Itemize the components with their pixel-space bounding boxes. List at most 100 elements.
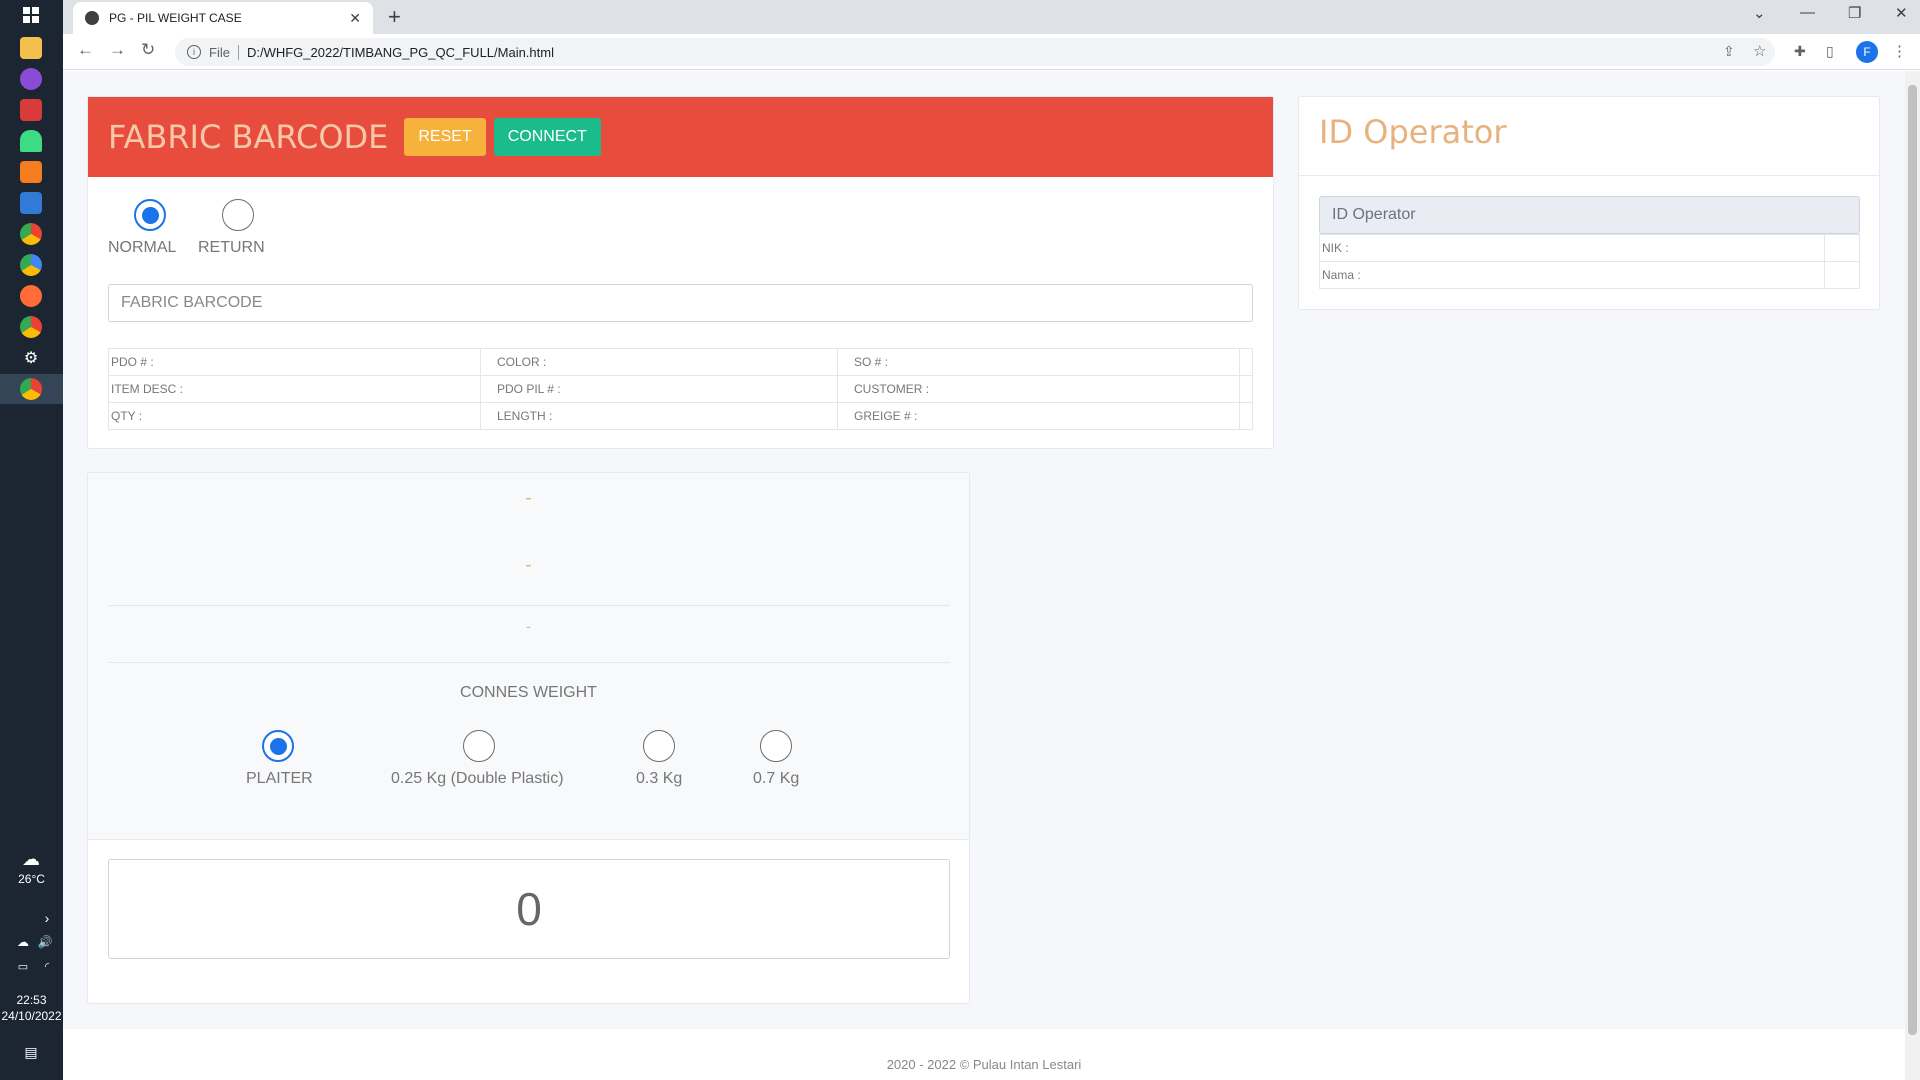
- chrome-canary-icon[interactable]: [20, 254, 42, 276]
- radio-07kg-label[interactable]: 0.7 Kg: [753, 770, 799, 788]
- display-line-1: -: [525, 487, 532, 509]
- address-bar[interactable]: i File D:/WHFG_2022/TIMBANG_PG_QC_FULL/M…: [175, 38, 1775, 66]
- podcast-app-icon[interactable]: [20, 68, 42, 90]
- table-row: PDO # : COLOR : SO # :: [108, 348, 1253, 376]
- id-operator-card: ID Operator ID Operator NIK : Nama :: [1298, 96, 1880, 310]
- divider: [1299, 175, 1879, 176]
- minimize-icon[interactable]: —: [1800, 4, 1815, 21]
- radio-plaiter[interactable]: [262, 730, 294, 762]
- chrome-profile-icon[interactable]: [20, 316, 42, 338]
- table-row: ITEM DESC : PDO PIL # : CUSTOMER :: [108, 375, 1253, 403]
- radio-025kg-label[interactable]: 0.25 Kg (Double Plastic): [391, 770, 564, 788]
- radio-025kg[interactable]: [463, 730, 495, 762]
- fabric-barcode-header: FABRIC BARCODE RESET CONNECT: [88, 97, 1273, 177]
- table-row: NIK :: [1319, 234, 1860, 262]
- scrollbar-thumb[interactable]: [1908, 85, 1917, 1035]
- back-arrow-icon[interactable]: ←: [77, 40, 94, 60]
- color-field: COLOR :: [480, 348, 838, 376]
- orange-app-icon[interactable]: [20, 161, 42, 183]
- pdo-field: PDO # :: [108, 348, 481, 376]
- page-viewport: FABRIC BARCODE RESET CONNECT NORMAL RETU…: [63, 71, 1905, 1080]
- radio-03kg-label[interactable]: 0.3 Kg: [636, 770, 682, 788]
- wifi-icon[interactable]: ◜: [36, 955, 58, 977]
- table-cell-empty: [1824, 261, 1860, 289]
- forward-arrow-icon[interactable]: →: [109, 40, 126, 60]
- browser-tab[interactable]: PG - PIL WEIGHT CASE ✕: [73, 2, 373, 34]
- radio-03kg[interactable]: [643, 730, 675, 762]
- radio-07kg[interactable]: [760, 730, 792, 762]
- weight-value-display: 0: [108, 859, 950, 959]
- fabric-barcode-title: FABRIC BARCODE: [108, 118, 389, 156]
- weather-cloud-icon[interactable]: ☁: [20, 848, 42, 870]
- connect-button[interactable]: CONNECT: [493, 118, 601, 156]
- table-row: Nama :: [1319, 261, 1860, 289]
- tab-title: PG - PIL WEIGHT CASE: [109, 11, 242, 25]
- radio-normal-label[interactable]: NORMAL: [108, 239, 176, 257]
- customer-field: CUSTOMER :: [837, 375, 1240, 403]
- shield-app-icon[interactable]: [20, 99, 42, 121]
- url-path: D:/WHFG_2022/TIMBANG_PG_QC_FULL/Main.htm…: [246, 44, 554, 60]
- divider: [108, 662, 950, 663]
- id-operator-input[interactable]: ID Operator: [1319, 196, 1860, 234]
- close-tab-icon[interactable]: ✕: [349, 10, 361, 27]
- radio-return-label[interactable]: RETURN: [198, 239, 265, 257]
- id-operator-title: ID Operator: [1319, 113, 1507, 151]
- bookmark-star-icon[interactable]: ☆: [1753, 42, 1766, 60]
- menu-kebab-icon[interactable]: ⋮: [1892, 42, 1907, 60]
- item-desc-field: ITEM DESC :: [108, 375, 481, 403]
- restore-icon[interactable]: ❐: [1848, 4, 1861, 22]
- browser-toolbar: ← → ↻ i File D:/WHFG_2022/TIMBANG_PG_QC_…: [63, 34, 1920, 70]
- fabric-barcode-input[interactable]: FABRIC BARCODE: [108, 284, 1253, 322]
- settings-gear-icon[interactable]: ⚙: [20, 347, 42, 369]
- table-cell-empty: [1239, 402, 1253, 430]
- clock-time[interactable]: 22:53: [0, 993, 63, 1007]
- reset-button[interactable]: RESET: [404, 118, 486, 156]
- extensions-puzzle-icon[interactable]: ✚: [1794, 43, 1806, 60]
- notification-icon[interactable]: ▤: [20, 1041, 42, 1063]
- remote-desktop-icon[interactable]: [20, 192, 42, 214]
- volume-icon[interactable]: 🔊: [34, 931, 56, 953]
- globe-icon: [85, 11, 99, 25]
- side-panel-icon[interactable]: ▯: [1826, 43, 1834, 60]
- footer: [63, 1029, 1905, 1080]
- radio-normal[interactable]: [134, 199, 166, 231]
- qty-field: QTY :: [108, 402, 481, 430]
- file-explorer-icon[interactable]: [20, 37, 42, 59]
- radio-plaiter-label[interactable]: PLAITER: [246, 770, 313, 788]
- weight-card: - - - CONNES WEIGHT PLAITER 0.25 Kg (Dou…: [87, 472, 970, 1004]
- operator-info-table: NIK : Nama :: [1319, 234, 1860, 289]
- share-icon[interactable]: ⇪: [1723, 43, 1735, 60]
- onedrive-cloud-icon[interactable]: ☁: [12, 931, 34, 953]
- url-scheme: File: [209, 44, 239, 60]
- table-cell-empty: [1239, 375, 1253, 403]
- nik-field: NIK :: [1319, 234, 1825, 262]
- windows-start-icon[interactable]: [20, 4, 42, 26]
- chrome-active-icon[interactable]: [20, 378, 42, 400]
- reload-icon[interactable]: ↻: [141, 40, 155, 60]
- android-icon[interactable]: [20, 130, 42, 152]
- battery-icon[interactable]: ▭: [12, 955, 34, 977]
- display-line-2: -: [525, 554, 532, 576]
- table-cell-empty: [1239, 348, 1253, 376]
- windows-taskbar: ⚙ ☁ 26°C › ☁ 🔊 ▭ ◜ 22:53 24/10/2022 ▤: [0, 0, 63, 1080]
- browser-tab-strip: PG - PIL WEIGHT CASE ✕ + ⌄ — ❐ ✕: [63, 0, 1920, 34]
- table-cell-empty: [1824, 234, 1860, 262]
- nama-field: Nama :: [1319, 261, 1825, 289]
- chevron-right-icon[interactable]: ›: [36, 907, 58, 929]
- fabric-info-table: PDO # : COLOR : SO # : ITEM DESC : PDO P…: [108, 348, 1253, 430]
- info-icon[interactable]: i: [187, 45, 201, 59]
- new-tab-button[interactable]: +: [388, 4, 401, 30]
- footer-copyright: 2020 - 2022 © Pulau Intan Lestari: [886, 1057, 1082, 1072]
- profile-avatar[interactable]: F: [1856, 41, 1878, 63]
- cones-weight-label: CONNES WEIGHT: [460, 684, 597, 701]
- postman-icon[interactable]: [20, 285, 42, 307]
- radio-return[interactable]: [222, 199, 254, 231]
- table-row: QTY : LENGTH : GREIGE # :: [108, 402, 1253, 430]
- divider: [108, 605, 950, 606]
- clock-date[interactable]: 24/10/2022: [0, 1009, 63, 1023]
- page-scrollbar[interactable]: [1905, 71, 1920, 1080]
- close-window-icon[interactable]: ✕: [1895, 4, 1908, 22]
- chrome-icon[interactable]: [20, 223, 42, 245]
- tab-search-chevron-icon[interactable]: ⌄: [1753, 4, 1766, 22]
- so-field: SO # :: [837, 348, 1240, 376]
